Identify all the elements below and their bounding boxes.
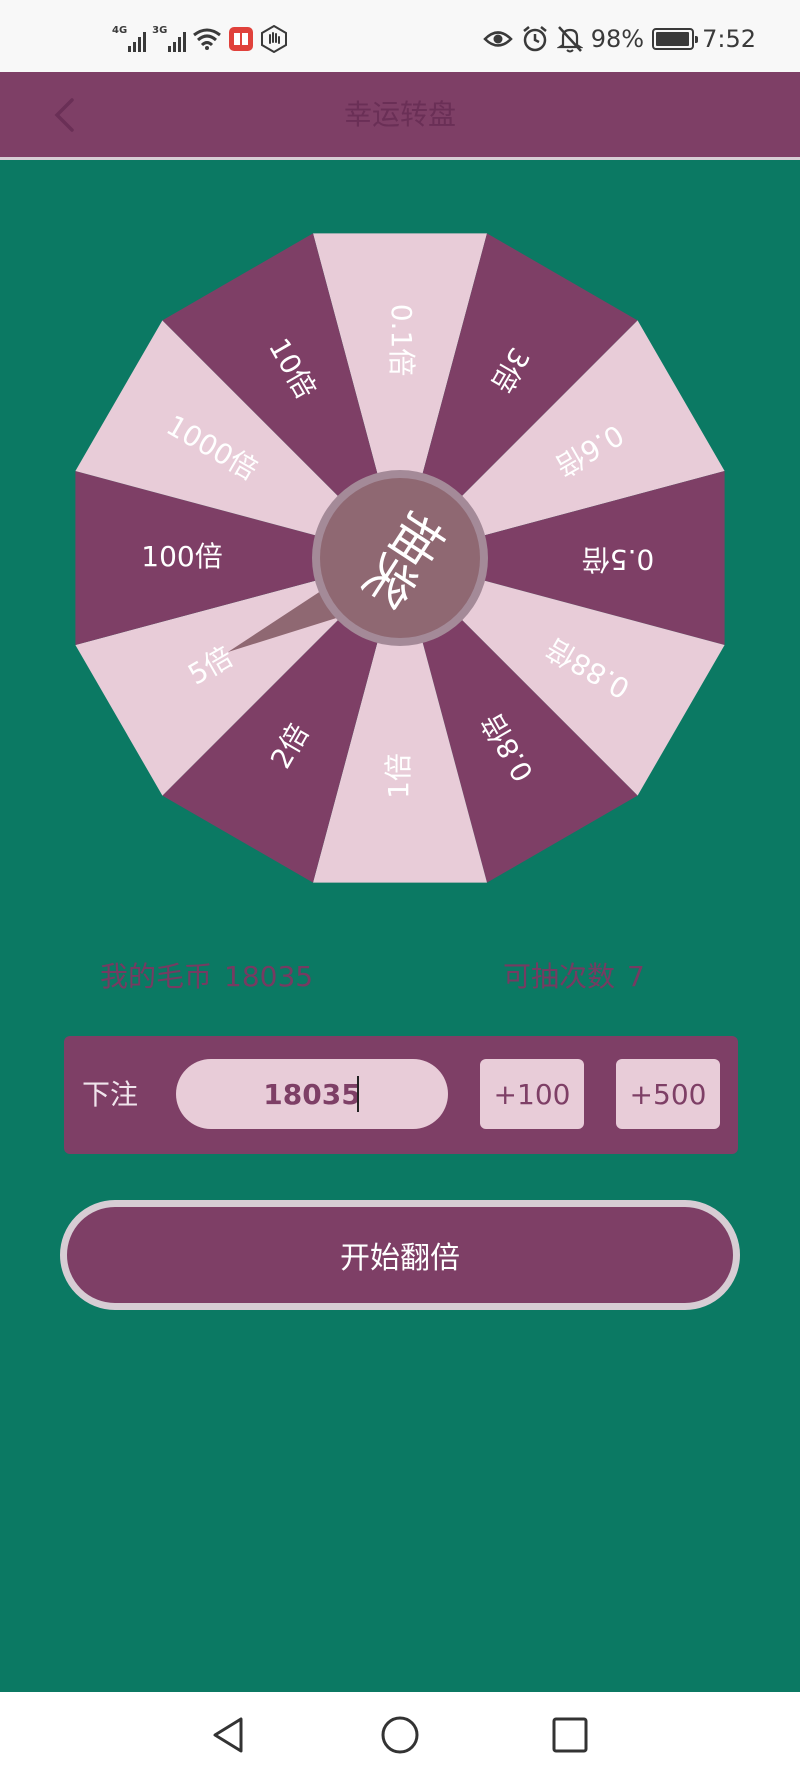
my-coins: 我的毛币 18035 bbox=[100, 955, 313, 1005]
coins-value: 18035 bbox=[224, 960, 314, 993]
nav-back-button[interactable] bbox=[207, 1713, 251, 1757]
wheel-segment-label: 100倍 bbox=[141, 540, 222, 573]
nav-back-icon bbox=[213, 1717, 243, 1753]
draw-count: 可抽次数 7 bbox=[503, 955, 645, 1005]
wheel-segment-label: 1倍 bbox=[382, 753, 415, 799]
nav-home-icon bbox=[381, 1716, 419, 1754]
add-500-button[interactable]: +500 bbox=[616, 1059, 720, 1129]
coins-label: 我的毛币 bbox=[100, 960, 213, 993]
bet-panel: 下注 +100 +500 bbox=[64, 1036, 738, 1154]
prize-wheel-area: 0.1倍 3倍 0.6倍 0.5倍 0.88倍 0.8倍 1倍 2倍 5倍 100倍 1000倍 10… bbox=[0, 0, 800, 1000]
text-cursor bbox=[357, 1076, 359, 1112]
start-double-button[interactable]: 开始翻倍 bbox=[60, 1200, 740, 1310]
system-nav-bar bbox=[0, 1692, 800, 1778]
bet-amount-input[interactable] bbox=[176, 1059, 448, 1129]
prize-wheel[interactable]: 0.1倍 3倍0.6倍0.5倍0.88倍0.8倍1倍2倍5倍100倍1000倍10… bbox=[0, 0, 800, 1000]
nav-home-button[interactable] bbox=[378, 1713, 422, 1757]
nav-recents-button[interactable] bbox=[548, 1713, 592, 1757]
add-100-button[interactable]: +100 bbox=[480, 1059, 584, 1129]
wheel-segment-label: 0.1倍 bbox=[385, 304, 418, 377]
bet-label: 下注 bbox=[82, 1078, 139, 1111]
wheel-segment-label: 0.5倍 bbox=[582, 543, 655, 576]
draws-label: 可抽次数 bbox=[503, 960, 616, 993]
draws-value: 7 bbox=[627, 960, 645, 993]
nav-recents-icon bbox=[552, 1717, 588, 1753]
